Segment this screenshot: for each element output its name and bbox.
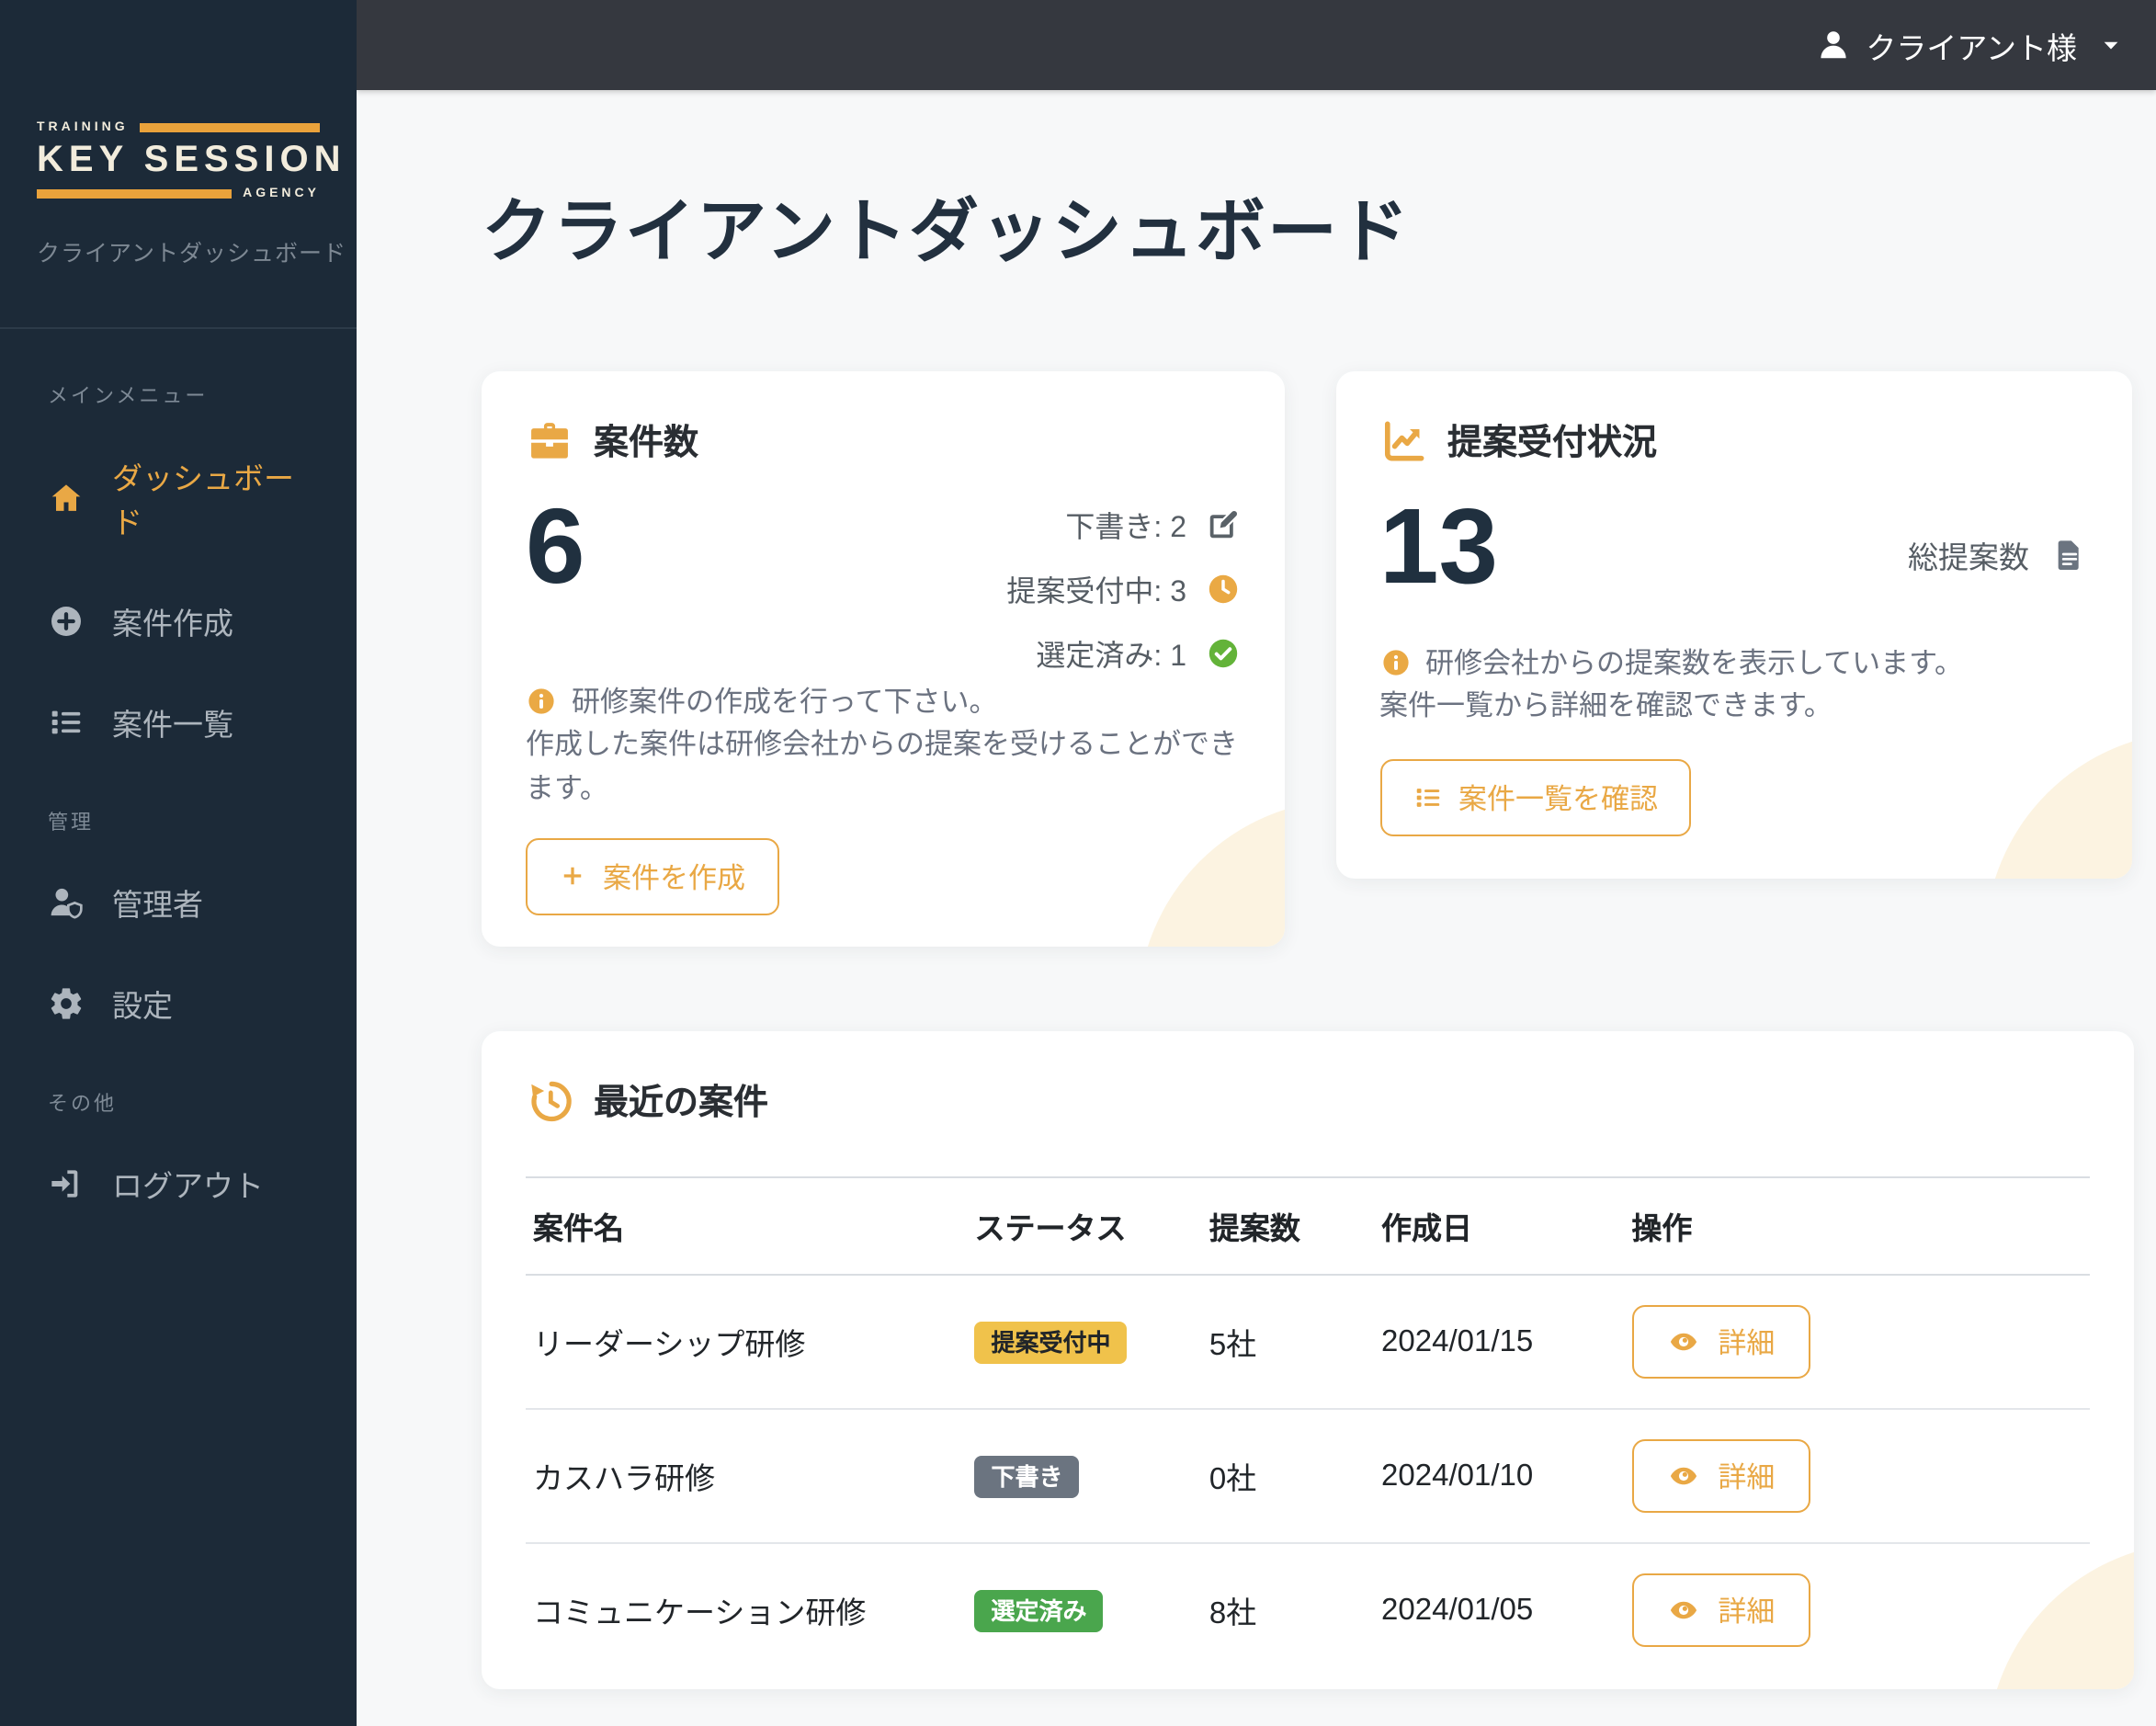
status-badge: 選定済み xyxy=(974,1589,1104,1631)
total-proposals: 総提案数 xyxy=(1908,487,2088,609)
caret-down-icon xyxy=(2104,41,2118,50)
column-header-actions: 操作 xyxy=(1631,1213,1693,1246)
cases-card-title: 案件数 xyxy=(594,425,699,463)
sidebar-item-label: 案件一覧 xyxy=(112,710,233,743)
plus-circle-icon xyxy=(51,607,81,636)
cases-count: 6 xyxy=(526,487,585,607)
case-name: リーダーシップ研修 xyxy=(533,1329,806,1362)
logo-name-text: KEY SESSION xyxy=(37,140,346,180)
main-content: クライアントダッシュボード 案件数 6 下書き: 2 提案受付中: 3 選定済み… xyxy=(357,90,2156,1726)
column-header-date: 作成日 xyxy=(1381,1213,1473,1246)
sidebar-nav: メインメニュー ダッシュボード 案件作成 案件一覧 管理 管理者 設定 その他 … xyxy=(0,329,357,1228)
nav-section-other: その他 xyxy=(48,1094,117,1116)
proposals-info: 研修会社からの提案数を表示しています。 案件一覧から詳細を確認できます。 xyxy=(1379,648,1963,722)
cases-card: 案件数 6 下書き: 2 提案受付中: 3 選定済み: 1 研修案件の作成を行っ… xyxy=(482,371,1284,947)
sidebar-item-logout[interactable]: ログアウト xyxy=(0,1140,357,1228)
sidebar-item-label: ログアウト xyxy=(112,1171,264,1204)
briefcase-icon xyxy=(531,422,568,458)
status-badge: 下書き xyxy=(974,1455,1080,1497)
app-root: TRAINING KEY SESSION AGENCY クライアントダッシュボー… xyxy=(0,0,2156,1726)
case-name: カスハラ研修 xyxy=(533,1463,715,1496)
logo-agency-text: AGENCY xyxy=(243,187,320,200)
user-menu[interactable]: クライアント様 xyxy=(1816,23,2123,67)
cases-breakdown: 下書き: 2 提案受付中: 3 選定済み: 1 xyxy=(1006,487,1240,675)
case-name: コミュニケーション研修 xyxy=(533,1597,867,1630)
logo-bar-bottom xyxy=(37,189,233,199)
plus-icon xyxy=(563,868,582,885)
user-shield-icon xyxy=(51,888,83,919)
info-circle-icon xyxy=(528,688,554,714)
edit-icon xyxy=(1208,510,1236,538)
proposal-count: 8社 xyxy=(1208,1597,1257,1630)
detail-button[interactable]: 詳細 xyxy=(1631,1305,1810,1379)
proposal-count: 5社 xyxy=(1208,1329,1257,1362)
column-header-name: 案件名 xyxy=(533,1213,624,1246)
info-circle-icon xyxy=(1382,649,1408,675)
gear-icon xyxy=(51,988,82,1019)
brand: TRAINING KEY SESSION AGENCY クライアントダッシュボー… xyxy=(0,0,357,329)
file-lines-icon xyxy=(2058,541,2079,571)
table-header-row: 案件名 ステータス 提案数 作成日 操作 xyxy=(526,1177,2090,1275)
column-header-proposals: 提案数 xyxy=(1208,1213,1300,1246)
created-date: 2024/01/15 xyxy=(1381,1324,1534,1357)
create-case-button[interactable]: 案件を作成 xyxy=(526,837,779,915)
sidebar-item-admin[interactable]: 管理者 xyxy=(0,858,357,947)
column-header-status: ステータス xyxy=(974,1213,1127,1246)
page-title: クライアントダッシュボード xyxy=(482,195,1411,272)
recent-cases-card: 最近の案件 案件名 ステータス 提案数 作成日 操作 リーダーシップ研修 提案受… xyxy=(482,1031,2134,1689)
view-case-list-button[interactable]: 案件一覧を確認 xyxy=(1379,759,1692,837)
list-icon xyxy=(51,710,81,734)
check-circle-icon xyxy=(1208,638,1237,667)
chart-line-icon xyxy=(1383,420,1424,460)
stat-draft: 下書き: 2 xyxy=(1006,502,1240,546)
status-badge: 提案受付中 xyxy=(974,1321,1128,1363)
created-date: 2024/01/05 xyxy=(1381,1593,1534,1626)
topbar: クライアント様 xyxy=(357,0,2156,90)
recent-cases-title: 最近の案件 xyxy=(594,1084,769,1123)
list-icon xyxy=(1415,789,1439,808)
sign-out-icon xyxy=(51,1170,78,1198)
user-icon xyxy=(1821,31,1846,59)
eye-icon xyxy=(1670,1601,1696,1619)
sidebar: TRAINING KEY SESSION AGENCY クライアントダッシュボー… xyxy=(0,0,357,1726)
table-row: リーダーシップ研修 提案受付中 5社 2024/01/15 詳細 xyxy=(526,1275,2090,1409)
key-session-logo: TRAINING KEY SESSION AGENCY xyxy=(37,121,346,200)
proposals-card: 提案受付状況 13 総提案数 研修会社からの提案数を表示しています。 案件一覧か… xyxy=(1335,371,2132,879)
logo-bar-top xyxy=(139,123,320,132)
table-row: コミュニケーション研修 選定済み 8社 2024/01/05 詳細 xyxy=(526,1543,2090,1676)
sidebar-item-label: 設定 xyxy=(112,991,173,1024)
user-label: クライアント様 xyxy=(1866,32,2077,65)
history-icon xyxy=(531,1080,572,1121)
stat-accepting: 提案受付中: 3 xyxy=(1006,566,1240,610)
sidebar-item-label: 管理者 xyxy=(112,890,203,923)
logo-training-text: TRAINING xyxy=(37,121,129,134)
home-icon xyxy=(51,484,81,511)
sidebar-item-dashboard[interactable]: ダッシュボード xyxy=(0,432,357,564)
sidebar-item-create-case[interactable]: 案件作成 xyxy=(0,577,357,665)
proposals-count: 13 xyxy=(1379,487,1499,607)
nav-section-admin: 管理 xyxy=(48,812,94,835)
sidebar-item-settings[interactable]: 設定 xyxy=(0,960,357,1048)
eye-icon xyxy=(1670,1467,1696,1485)
sidebar-item-label: ダッシュボード xyxy=(112,463,294,540)
table-row: カスハラ研修 下書き 0社 2024/01/10 詳細 xyxy=(526,1409,2090,1543)
sidebar-item-label: 案件作成 xyxy=(112,608,233,642)
clock-icon xyxy=(1208,573,1237,603)
cases-info: 研修案件の作成を行って下さい。 作成した案件は研修会社からの提案を受けることがで… xyxy=(526,687,1239,804)
stat-selected: 選定済み: 1 xyxy=(1006,630,1240,675)
eye-icon xyxy=(1670,1333,1696,1351)
created-date: 2024/01/10 xyxy=(1381,1459,1534,1492)
sidebar-item-case-list[interactable]: 案件一覧 xyxy=(0,678,357,766)
stat-cards-row: 案件数 6 下書き: 2 提案受付中: 3 選定済み: 1 研修案件の作成を行っ… xyxy=(482,371,2132,947)
nav-section-main-menu: メインメニュー xyxy=(48,386,209,408)
detail-button[interactable]: 詳細 xyxy=(1631,1573,1810,1647)
proposals-card-title: 提案受付状況 xyxy=(1447,425,1658,463)
proposal-count: 0社 xyxy=(1208,1463,1257,1496)
detail-button[interactable]: 詳細 xyxy=(1631,1439,1810,1513)
brand-subtitle: クライアントダッシュボード xyxy=(37,241,347,267)
recent-cases-table: 案件名 ステータス 提案数 作成日 操作 リーダーシップ研修 提案受付中 5社 … xyxy=(526,1176,2090,1676)
